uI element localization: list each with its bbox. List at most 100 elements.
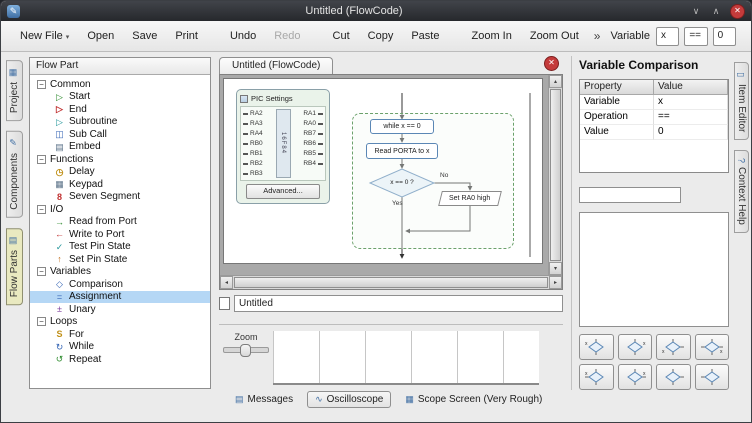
zoom-slider-thumb[interactable] [240, 344, 251, 357]
while-loop-node[interactable]: while x == 0 [370, 119, 434, 134]
print-button[interactable]: Print [166, 26, 207, 46]
scroll-down-icon[interactable]: ▾ [549, 262, 562, 275]
expander-icon[interactable]: − [37, 267, 46, 276]
tree-category-common[interactable]: − Common [30, 78, 210, 91]
decision-node[interactable]: x == 0 ? [376, 179, 428, 186]
read-porta-node[interactable]: Read PORTA to x [366, 143, 438, 159]
tree-label: While [69, 341, 94, 352]
paste-button[interactable]: Paste [402, 26, 448, 46]
comparison-template-button-1[interactable]: x [579, 334, 614, 360]
advanced-button[interactable]: Advanced... [246, 184, 320, 199]
tree-item-start[interactable]: ▷ Start [30, 91, 210, 104]
flow-part-panel-header[interactable]: Flow Part [30, 58, 210, 75]
value-cell[interactable]: x [654, 95, 728, 110]
value-combobox-value[interactable]: 0 [714, 28, 736, 45]
comparison-template-button-5[interactable]: x [579, 364, 614, 390]
property-cell: Value [580, 125, 654, 140]
comparison-template-button-2[interactable]: x [618, 334, 653, 360]
repeat-icon: ↺ [54, 354, 65, 364]
variable-combobox-value[interactable]: x [657, 28, 679, 45]
undo-button[interactable]: Undo [221, 26, 265, 46]
value-edit-input[interactable] [579, 187, 681, 203]
operator-combobox[interactable]: == [684, 27, 707, 46]
value-combobox[interactable]: 0 [713, 27, 736, 46]
comparison-template-button-4[interactable]: x [695, 334, 730, 360]
tree-item-comparison[interactable]: ◇ Comparison [30, 278, 210, 291]
tab-components[interactable]: Components ✎ [6, 131, 23, 218]
tab-scope-screen[interactable]: ▦ Scope Screen (Very Rough) [397, 391, 550, 408]
document-name-input[interactable] [234, 295, 563, 312]
tab-messages[interactable]: ▤ Messages [227, 391, 301, 408]
zoom-in-button[interactable]: Zoom In [462, 26, 520, 46]
operator-combobox-value[interactable]: == [685, 28, 707, 45]
vertical-scrollbar[interactable]: ▴ ▾ [548, 75, 562, 275]
set-ra0-node[interactable]: Set RA0 high [438, 191, 502, 206]
tree-category-io[interactable]: − I/O [30, 203, 210, 216]
close-window-button[interactable]: ✕ [730, 4, 745, 19]
scroll-up-icon[interactable]: ▴ [549, 75, 562, 88]
value-cell[interactable]: == [654, 110, 728, 125]
canvas-viewport[interactable]: PIC Settings RA2 RA3 RA4 RB0 RB1 RB2 [220, 75, 562, 275]
tree-item-test-pin-state[interactable]: ✓ Test Pin State [30, 241, 210, 254]
tree-label: Set Pin State [69, 254, 127, 265]
document-tab[interactable]: Untitled (FlowCode) [219, 57, 333, 74]
tree-item-for[interactable]: S For [30, 328, 210, 341]
scroll-right-icon[interactable]: ▸ [549, 276, 562, 289]
flowchart-page[interactable]: PIC Settings RA2 RA3 RA4 RB0 RB1 RB2 [223, 78, 543, 264]
tree-item-while[interactable]: ↻ While [30, 341, 210, 354]
maximize-button[interactable]: ∧ [708, 6, 724, 17]
zoom-slider[interactable] [223, 347, 269, 353]
tree-item-sub-call[interactable]: ◫ Sub Call [30, 128, 210, 141]
minimize-button[interactable]: ∨ [688, 6, 704, 17]
redo-button[interactable]: Redo [265, 26, 309, 46]
value-cell[interactable]: 0 [654, 125, 728, 140]
tree-item-embed[interactable]: ▤ Embed [30, 141, 210, 154]
tree-category-loops[interactable]: − Loops [30, 316, 210, 329]
tree-category-functions[interactable]: − Functions [30, 153, 210, 166]
tab-oscilloscope[interactable]: ∿ Oscilloscope [307, 391, 391, 408]
tree-item-subroutine[interactable]: ▷ Subroutine [30, 116, 210, 129]
tab-project[interactable]: Project ▦ [6, 60, 23, 121]
tab-context-help[interactable]: ? Context Help [734, 150, 749, 233]
expander-icon[interactable]: − [37, 317, 46, 326]
tree-item-keypad[interactable]: ▦ Keypad [30, 178, 210, 191]
tree-category-variables[interactable]: − Variables [30, 266, 210, 279]
comparison-template-button-7[interactable] [656, 364, 691, 390]
vertical-scroll-thumb[interactable] [550, 89, 561, 261]
open-button[interactable]: Open [78, 26, 123, 46]
tree-item-set-pin-state[interactable]: ↑ Set Pin State [30, 253, 210, 266]
horizontal-scroll-thumb[interactable] [234, 277, 548, 288]
comparison-template-button-3[interactable]: x [656, 334, 691, 360]
pic-settings-component[interactable]: PIC Settings RA2 RA3 RA4 RB0 RB1 RB2 [236, 89, 330, 204]
save-button[interactable]: Save [123, 26, 166, 46]
tree-item-seven-segment[interactable]: 8 Seven Segment [30, 191, 210, 204]
dropdown-arrow-icon[interactable] [66, 30, 70, 42]
scroll-left-icon[interactable]: ◂ [220, 276, 233, 289]
toolbar-overflow-icon[interactable]: » [588, 29, 607, 43]
tree-item-repeat[interactable]: ↺ Repeat [30, 353, 210, 366]
tree-item-read-from-port[interactable]: → Read from Port [30, 216, 210, 229]
expander-icon[interactable]: − [37, 155, 46, 164]
pin-icon [243, 133, 248, 135]
tab-flow-parts[interactable]: Flow Parts ▤ [6, 228, 23, 305]
copy-button[interactable]: Copy [359, 26, 403, 46]
item-editor-listbox[interactable] [579, 212, 729, 327]
app-window: ✎ Untitled (FlowCode) ∨ ∧ ✕ New File Ope… [0, 0, 752, 423]
tree-item-delay[interactable]: ◷ Delay [30, 166, 210, 179]
cut-button[interactable]: Cut [324, 26, 359, 46]
new-file-button[interactable]: New File [11, 26, 78, 46]
horizontal-scrollbar[interactable]: ◂ ▸ [220, 275, 562, 289]
tree-item-unary[interactable]: ± Unary [30, 303, 210, 316]
variable-combobox[interactable]: x [656, 27, 679, 46]
tree-item-write-to-port[interactable]: ← Write to Port [30, 228, 210, 241]
comparison-template-button-8[interactable] [695, 364, 730, 390]
expander-icon[interactable]: − [37, 205, 46, 214]
tree-item-end[interactable]: ▷ End [30, 103, 210, 116]
tree-item-assignment[interactable]: = Assignment [30, 291, 210, 304]
close-document-button[interactable]: ✕ [544, 56, 559, 71]
tab-oscilloscope-label: Oscilloscope [327, 394, 384, 405]
tab-item-editor[interactable]: ▭ Item Editor [734, 62, 749, 140]
zoom-out-button[interactable]: Zoom Out [521, 26, 588, 46]
expander-icon[interactable]: − [37, 80, 46, 89]
comparison-template-button-6[interactable]: x [618, 364, 653, 390]
